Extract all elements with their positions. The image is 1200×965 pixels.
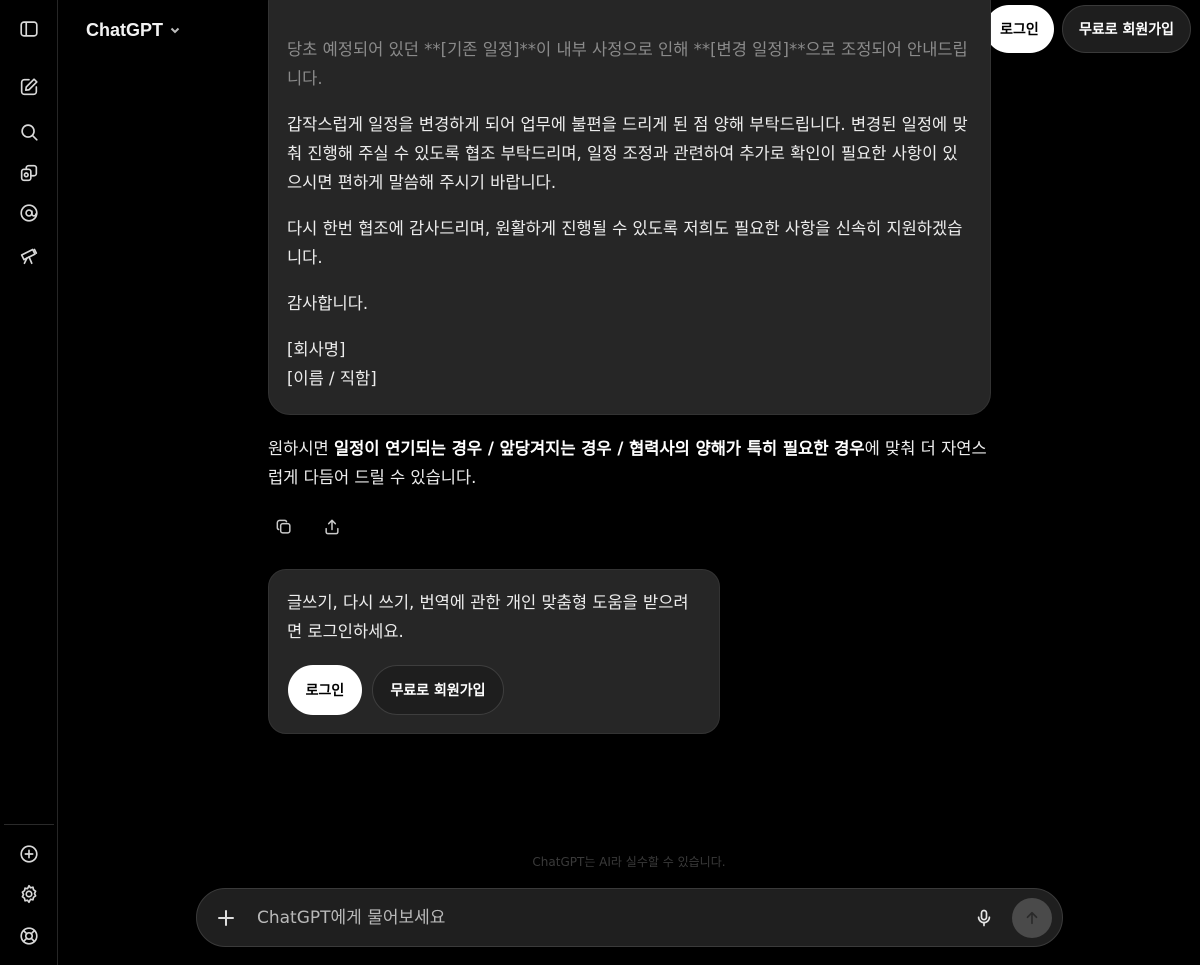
search-button[interactable] bbox=[12, 115, 46, 149]
library-icon bbox=[20, 164, 38, 182]
brand-label: ChatGPT bbox=[86, 19, 164, 40]
mention-button[interactable] bbox=[12, 196, 46, 230]
signature-name: [이름 / 직함] bbox=[287, 369, 377, 388]
arrow-up-icon bbox=[1026, 911, 1038, 925]
assistant-reply: 원하시면 일정이 연기되는 경우 / 앞당겨지는 경우 / 협력사의 양해가 특… bbox=[268, 434, 994, 492]
new-chat-button[interactable] bbox=[12, 70, 46, 104]
share-icon bbox=[325, 519, 339, 535]
prompt-input[interactable] bbox=[257, 903, 957, 933]
share-button[interactable] bbox=[318, 513, 346, 541]
card-login-button[interactable]: 로그인 bbox=[288, 665, 362, 715]
sidebar-toggle-icon bbox=[20, 21, 38, 37]
copy-icon bbox=[276, 519, 291, 534]
sidebar-rail bbox=[0, 0, 58, 965]
signature-company: [회사명] bbox=[287, 340, 346, 359]
login-prompt-text: 글쓰기, 다시 쓰기, 번역에 관한 개인 맞춤형 도움을 받으려면 로그인하세… bbox=[287, 593, 689, 641]
telescope-icon bbox=[20, 248, 38, 265]
help-button[interactable] bbox=[12, 919, 46, 953]
message-paragraph: 감사합니다. bbox=[287, 294, 369, 313]
settings-button[interactable] bbox=[12, 877, 46, 911]
login-prompt-card: 글쓰기, 다시 쓰기, 번역에 관한 개인 맞춤형 도움을 받으려면 로그인하세… bbox=[268, 569, 720, 734]
microphone-icon bbox=[977, 909, 991, 927]
header-login-button[interactable]: 로그인 bbox=[985, 5, 1054, 53]
header-signup-button[interactable]: 무료로 회원가입 bbox=[1062, 5, 1191, 53]
help-icon bbox=[20, 927, 38, 945]
search-icon bbox=[21, 124, 38, 141]
disclaimer: ChatGPT는 AI라 실수할 수 있습니다. bbox=[532, 855, 726, 869]
send-button[interactable] bbox=[1012, 898, 1052, 938]
message-paragraph: 다시 한번 협조에 감사드리며, 원활하게 진행될 수 있도록 저희도 필요한 … bbox=[287, 219, 963, 267]
mention-icon bbox=[20, 204, 38, 222]
message-bubble: 당초 예정되어 있던 **[기존 일정]**이 내부 사정으로 인해 **[변경… bbox=[268, 0, 991, 415]
composer bbox=[196, 888, 1063, 947]
message-paragraph: 갑작스럽게 일정을 변경하게 되어 업무에 불편을 드리게 된 점 양해 부탁드… bbox=[287, 115, 968, 192]
attach-button[interactable] bbox=[211, 903, 241, 933]
voice-button[interactable] bbox=[969, 903, 999, 933]
library-button[interactable] bbox=[12, 156, 46, 190]
app-root: ChatGPT 로그인 무료로 회원가입 당초 예정되어 있던 **[기존 일정… bbox=[0, 0, 1200, 965]
explore-button[interactable] bbox=[12, 238, 46, 272]
message-paragraph: 당초 예정되어 있던 **[기존 일정]**이 내부 사정으로 인해 **[변경… bbox=[287, 40, 968, 88]
reply-prefix: 원하시면 bbox=[268, 439, 334, 458]
card-signup-button[interactable]: 무료로 회원가입 bbox=[372, 665, 504, 715]
plus-icon bbox=[218, 910, 234, 926]
message-signature: [회사명] [이름 / 직함] bbox=[287, 335, 972, 393]
rail-divider bbox=[4, 824, 54, 825]
reply-bold: 일정이 연기되는 경우 / 앞당겨지는 경우 / 협력사의 양해가 특히 필요한… bbox=[333, 439, 865, 458]
new-chat-icon bbox=[20, 78, 38, 96]
chevron-down-icon bbox=[170, 27, 180, 34]
gear-icon bbox=[21, 884, 37, 904]
sidebar-toggle-button[interactable] bbox=[12, 12, 46, 46]
model-selector[interactable]: ChatGPT bbox=[86, 18, 181, 42]
copy-button[interactable] bbox=[270, 513, 298, 541]
